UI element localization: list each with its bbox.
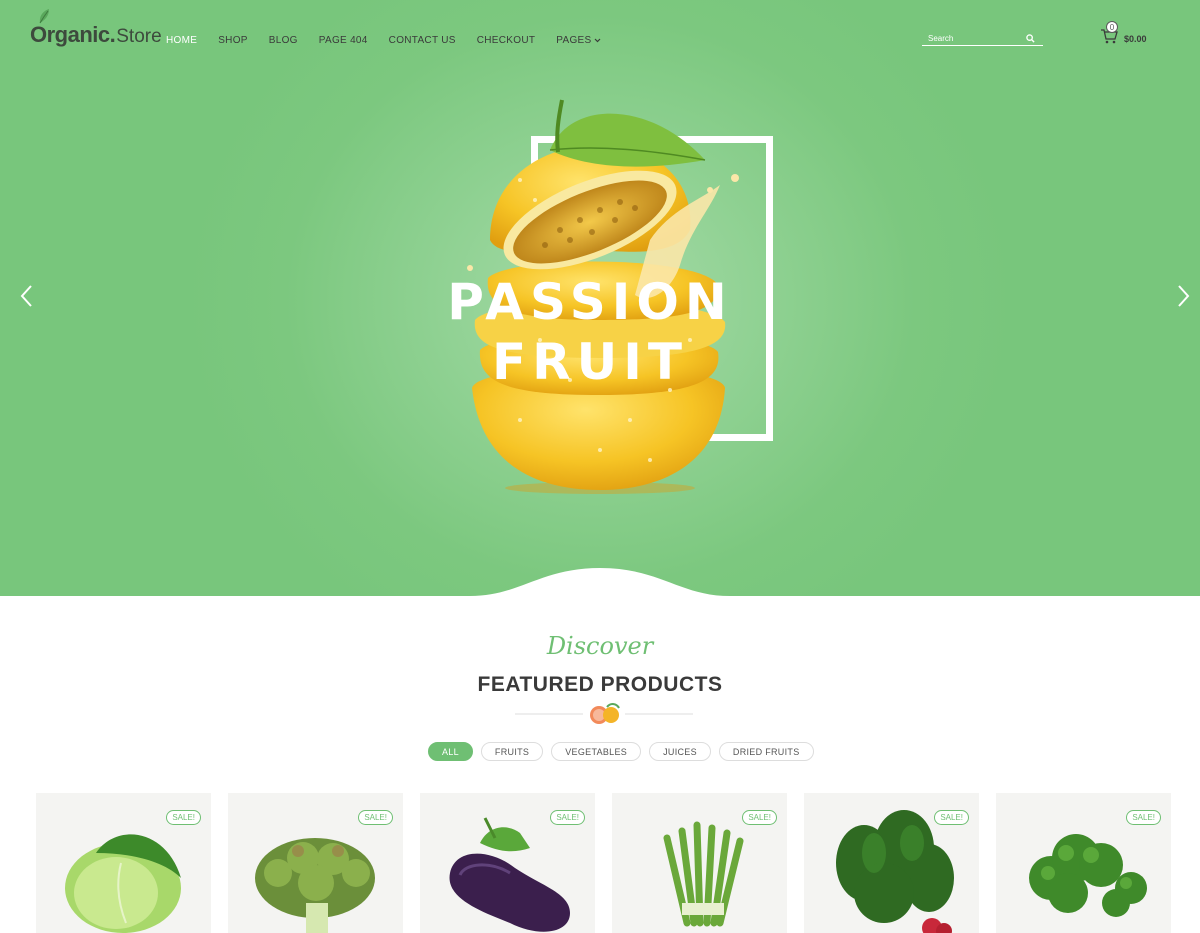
product-card-spinach[interactable]: SALE! <box>804 793 979 933</box>
nav-item-home[interactable]: HOME <box>166 35 197 46</box>
cart-total: $0.00 <box>1124 34 1147 44</box>
product-grid: SALE! SALE! SALE! SALE! SALE! SALE! <box>36 793 1171 933</box>
section-kicker: Discover <box>546 632 654 660</box>
filter-dried-fruits[interactable]: DRIED FRUITS <box>718 742 814 761</box>
hero-headline-line-2: FRUIT <box>492 333 688 391</box>
cart-count-badge: 0 <box>1106 21 1118 33</box>
nav-item-shop[interactable]: SHOP <box>218 35 248 46</box>
filter-all[interactable]: ALL <box>428 742 473 761</box>
section-title: FEATURED PRODUCTS <box>477 673 723 696</box>
sale-badge: SALE! <box>358 810 393 825</box>
hero-headline: PASSION FRUIT <box>420 272 760 392</box>
sale-badge: SALE! <box>550 810 585 825</box>
main-nav: HOME SHOP BLOG PAGE 404 CONTACT US CHECK… <box>166 35 622 46</box>
sale-badge: SALE! <box>742 810 777 825</box>
chevron-down-icon <box>595 38 601 43</box>
product-card-cabbage[interactable]: SALE! <box>36 793 211 933</box>
nav-item-blog[interactable]: BLOG <box>269 35 298 46</box>
nav-item-contact-us[interactable]: CONTACT US <box>389 35 456 46</box>
search-bar <box>922 31 1043 46</box>
filter-vegetables[interactable]: VEGETABLES <box>551 742 642 761</box>
sale-badge: SALE! <box>934 810 969 825</box>
search-input[interactable] <box>922 33 1012 43</box>
fruit-divider-icon <box>515 703 693 724</box>
logo-bold-text: Organic. <box>30 22 116 47</box>
hero-slider: Organic. Store HOME SHOP BLOG PAGE 404 C… <box>0 0 1200 600</box>
logo[interactable]: Organic. Store <box>30 9 162 50</box>
filter-juices[interactable]: JUICES <box>649 742 711 761</box>
product-card-broccoli[interactable]: SALE! <box>996 793 1171 933</box>
product-card-asparagus[interactable]: SALE! <box>612 793 787 933</box>
slider-next-arrow-icon[interactable] <box>1175 284 1191 308</box>
product-card-eggplant[interactable]: SALE! <box>420 793 595 933</box>
slider-prev-arrow-icon[interactable] <box>19 284 35 308</box>
logo-light-text: Store <box>116 26 162 47</box>
hero-headline-line-1: PASSION <box>447 273 733 331</box>
cart-widget[interactable]: 0 $0.00 <box>1100 21 1160 48</box>
hero-wave-divider <box>0 568 1200 610</box>
filter-fruits[interactable]: FRUITS <box>480 742 544 761</box>
nav-item-page-404[interactable]: PAGE 404 <box>319 35 368 46</box>
search-icon[interactable] <box>1026 33 1035 43</box>
sale-badge: SALE! <box>166 810 201 825</box>
sale-badge: SALE! <box>1126 810 1161 825</box>
nav-item-checkout[interactable]: CHECKOUT <box>477 35 536 46</box>
nav-item-pages-label: PAGES <box>556 35 592 46</box>
product-card-lettuce[interactable]: SALE! <box>228 793 403 933</box>
product-filter-bar: ALL FRUITS VEGETABLES JUICES DRIED FRUIT… <box>428 742 814 761</box>
nav-item-pages[interactable]: PAGES <box>556 35 601 46</box>
leaf-icon <box>39 9 49 24</box>
